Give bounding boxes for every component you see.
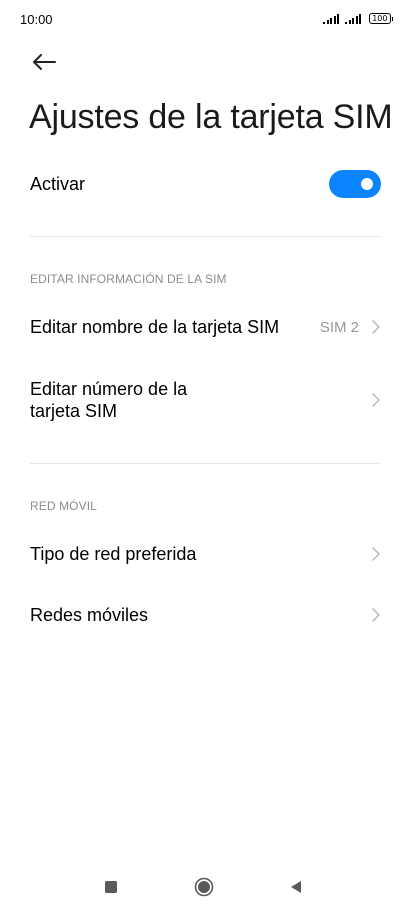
edit-sim-number-row[interactable]: Editar número de la tarjeta SIM: [30, 377, 381, 423]
chevron-right-icon: [372, 393, 380, 407]
preferred-network-row[interactable]: Tipo de red preferida: [30, 542, 381, 566]
activate-toggle[interactable]: [329, 170, 381, 198]
edit-sim-number-label-line2: tarjeta SIM: [30, 401, 118, 421]
status-icons: 100: [323, 13, 393, 24]
chevron-right-icon: [372, 320, 380, 334]
section-header-sim-info: EDITAR INFORMACIÓN DE LA SIM: [30, 272, 227, 286]
activate-row[interactable]: Activar: [30, 170, 381, 198]
chevron-right-icon: [372, 547, 380, 561]
home-button[interactable]: [194, 877, 214, 902]
battery-icon: 100: [369, 13, 393, 24]
edit-sim-number-label-line1: Editar número de la: [30, 379, 188, 399]
circle-icon: [194, 877, 214, 897]
sim-name-value: SIM 2: [319, 318, 359, 336]
navigation-bar: [0, 860, 411, 914]
mobile-networks-row[interactable]: Redes móviles: [30, 603, 381, 627]
mobile-networks-label: Redes móviles: [30, 605, 149, 625]
edit-sim-name-row[interactable]: Editar nombre de la tarjeta SIM SIM 2: [30, 315, 381, 339]
status-time: 10:00: [20, 12, 53, 27]
chevron-right-icon: [372, 608, 380, 622]
triangle-back-icon: [291, 881, 301, 893]
signal-icon: [345, 14, 362, 24]
battery-level: 100: [369, 13, 391, 24]
preferred-network-label: Tipo de red preferida: [30, 544, 197, 564]
section-header-mobile-network: RED MÓVIL: [30, 499, 97, 513]
status-bar: 10:00 100: [0, 0, 411, 40]
page-title: Ajustes de la tarjeta SIM: [29, 98, 393, 136]
back-button[interactable]: [30, 50, 58, 74]
divider: [30, 463, 381, 464]
edit-sim-number-label: Editar número de la tarjeta SIM: [30, 378, 187, 422]
square-icon: [105, 881, 117, 893]
recents-button[interactable]: [104, 880, 118, 899]
signal-icon: [323, 14, 340, 24]
divider: [30, 236, 381, 237]
arrow-left-icon: [33, 54, 56, 70]
edit-sim-name-label: Editar nombre de la tarjeta SIM: [30, 317, 280, 337]
toggle-knob: [361, 178, 373, 190]
nav-back-button[interactable]: [288, 879, 304, 900]
activate-label: Activar: [30, 174, 86, 194]
